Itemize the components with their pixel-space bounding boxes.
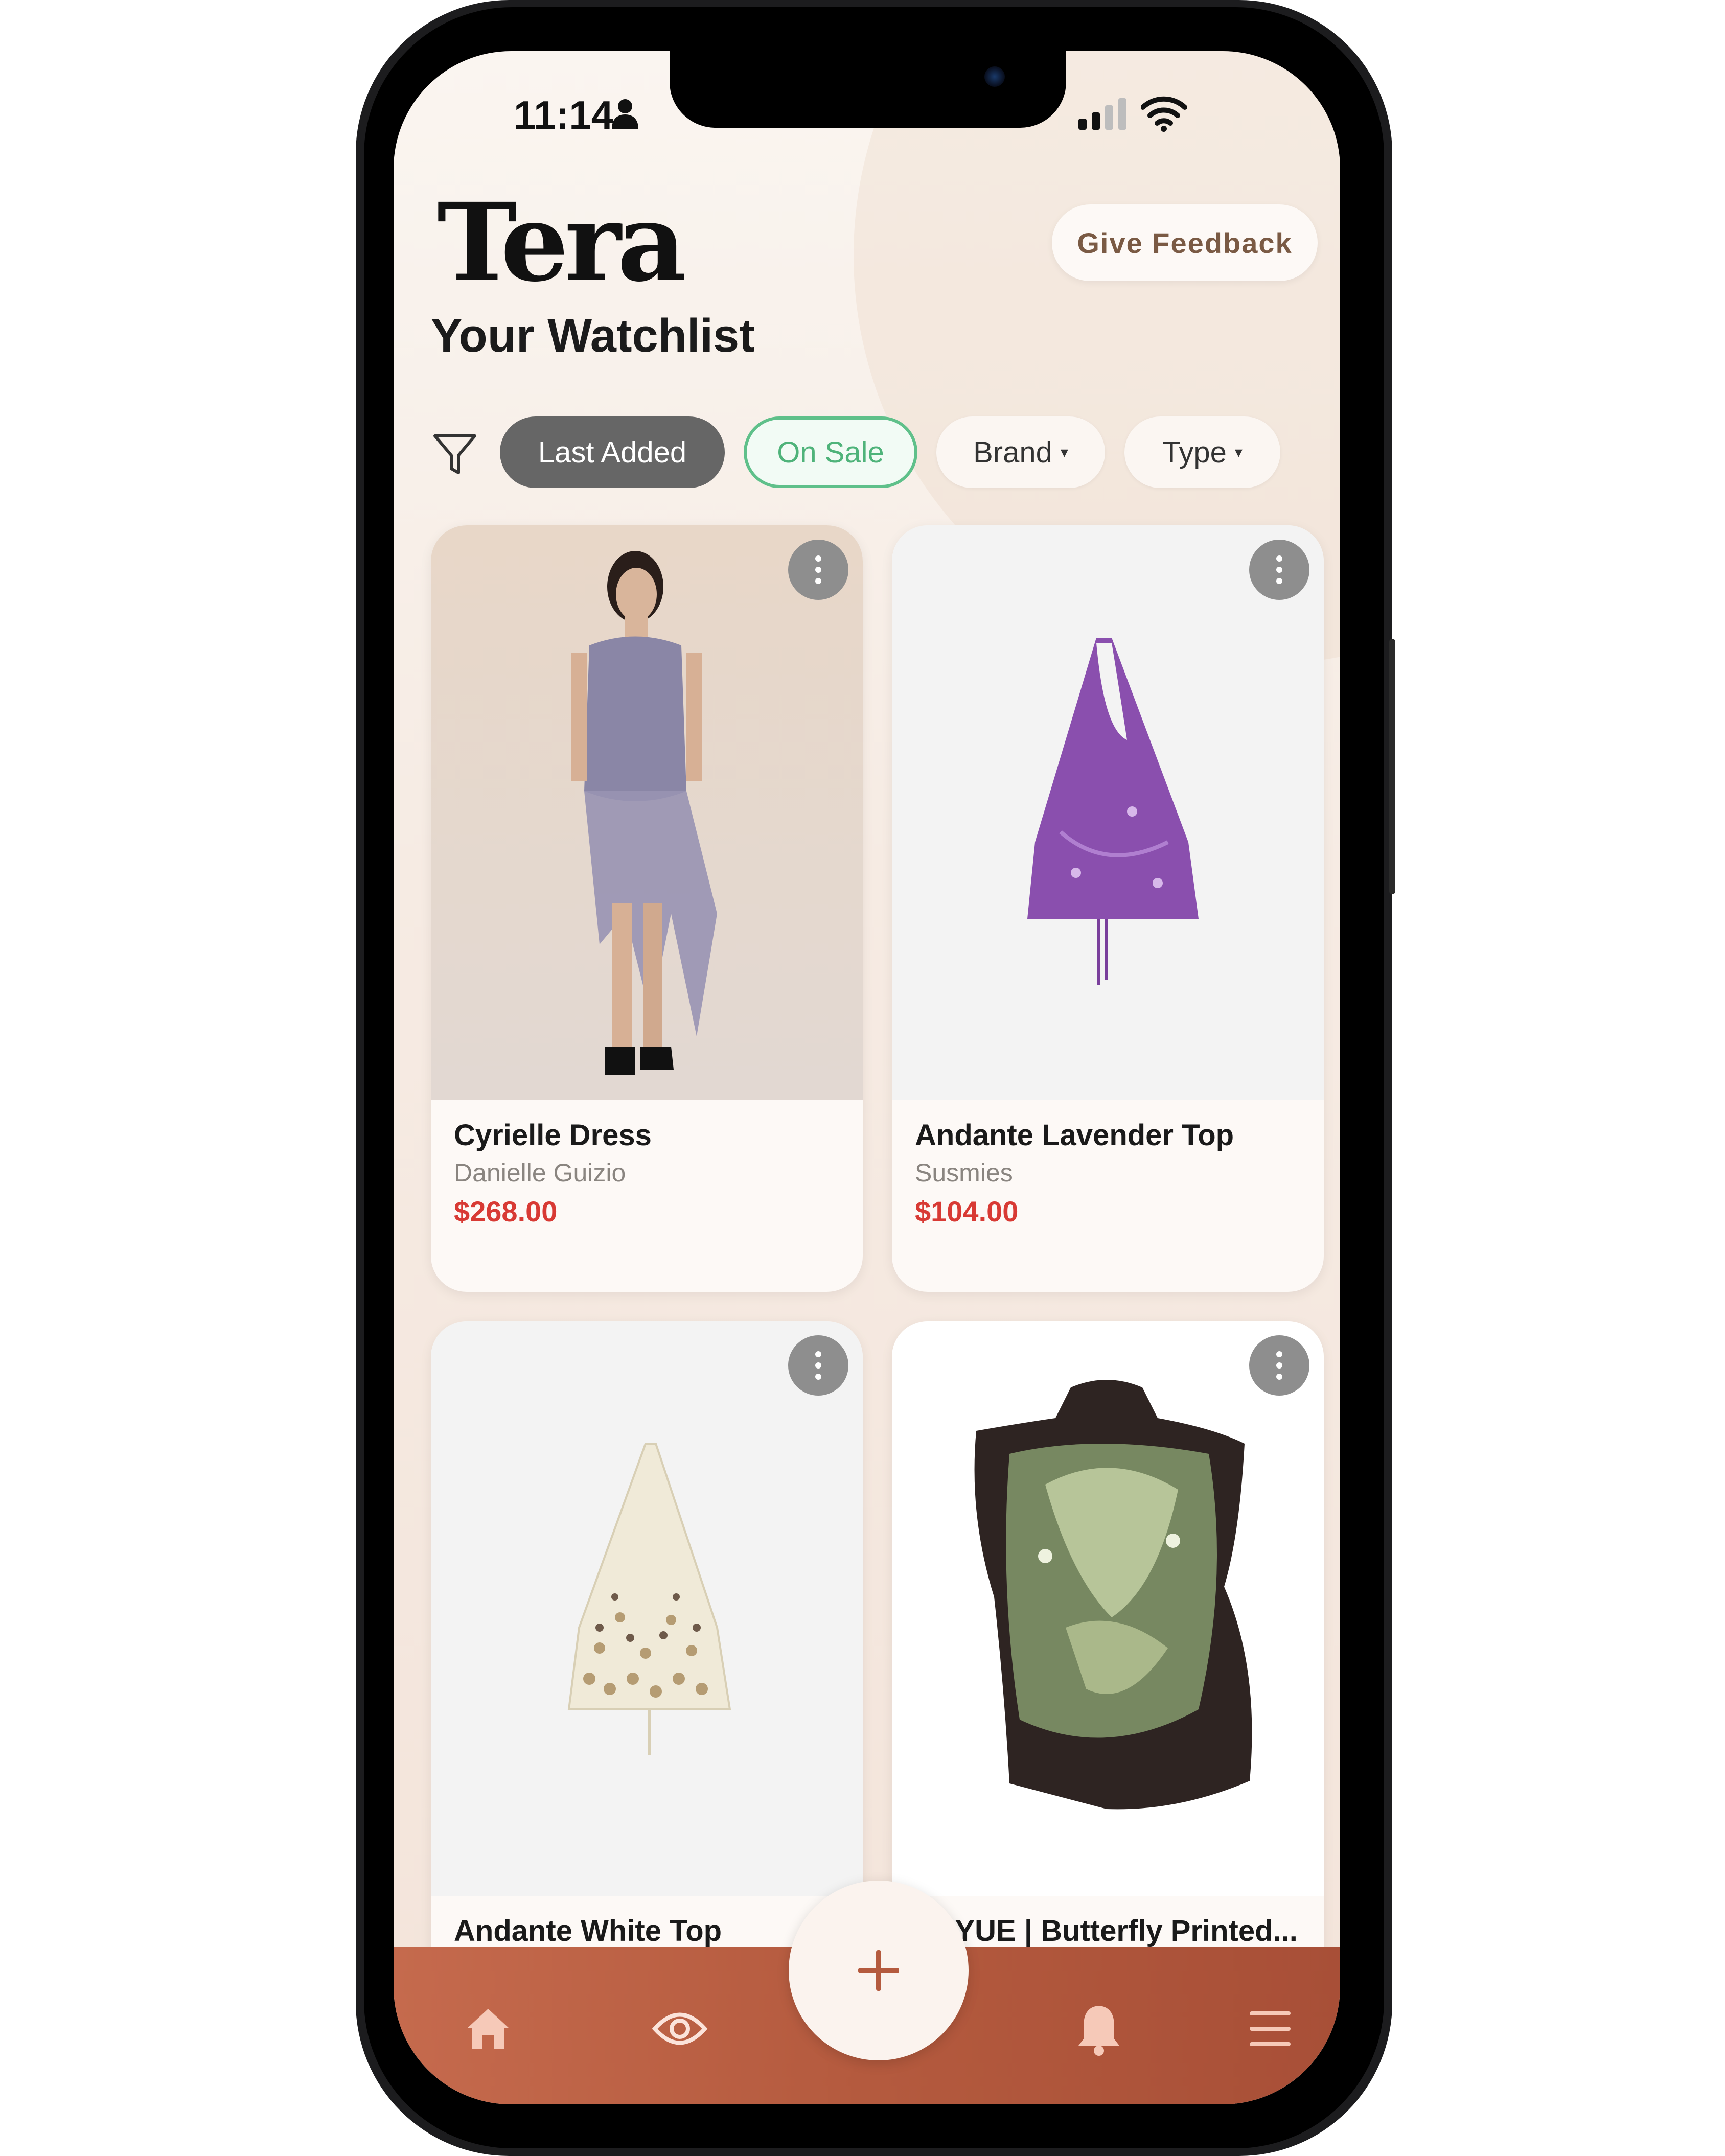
filter-chip-on-sale[interactable]: On Sale <box>744 416 917 488</box>
product-card[interactable]: Cyrielle Dress Danielle Guizio $268.00 <box>431 525 863 1292</box>
product-image <box>892 525 1324 1100</box>
side-button <box>1389 639 1395 894</box>
product-title: Cyrielle Dress <box>454 1119 652 1152</box>
status-time: 11:14 <box>514 92 614 137</box>
product-title: Andante White Top <box>454 1914 722 1948</box>
filter-chip-brand-label: Brand <box>973 435 1052 469</box>
more-options-button[interactable] <box>1249 540 1309 600</box>
plus-icon <box>858 1950 899 1991</box>
product-brand: Danielle Guizio <box>454 1158 626 1187</box>
more-options-button[interactable] <box>1249 1335 1309 1396</box>
product-image <box>431 525 863 1100</box>
product-price: $268.00 <box>454 1195 558 1227</box>
product-title: Andante Lavender Top <box>915 1119 1234 1152</box>
camera-notch <box>670 51 1066 128</box>
app-logo: Tera <box>437 179 686 306</box>
product-title: BAYUE | Butterfly Printed... <box>915 1914 1298 1948</box>
chevron-down-icon: ▾ <box>1234 444 1243 461</box>
product-brand: Susmies <box>915 1158 1013 1187</box>
product-image <box>431 1321 863 1896</box>
add-item-button[interactable] <box>789 1881 969 2060</box>
filter-chip-type[interactable]: Type ▾ <box>1124 416 1280 488</box>
wifi-icon <box>1141 96 1187 132</box>
product-price: $104.00 <box>915 1195 1019 1227</box>
cellular-signal-icon <box>1078 98 1126 130</box>
product-image <box>892 1321 1324 1896</box>
give-feedback-button[interactable]: Give Feedback <box>1052 204 1318 281</box>
filter-chip-type-label: Type <box>1162 435 1227 469</box>
page-title: Your Watchlist <box>431 310 755 362</box>
app-screen: 11:14 Tera Your Watchlist Give Feedback … <box>394 51 1340 2104</box>
eye-icon[interactable] <box>652 2006 708 2052</box>
home-icon[interactable] <box>465 2006 511 2052</box>
more-options-button[interactable] <box>788 1335 848 1396</box>
chevron-down-icon: ▾ <box>1060 444 1068 461</box>
more-options-button[interactable] <box>788 540 848 600</box>
person-icon <box>612 99 638 129</box>
camera-lens <box>984 66 1005 87</box>
product-card[interactable]: Andante Lavender Top Susmies $104.00 <box>892 525 1324 1292</box>
filter-chip-last-added[interactable]: Last Added <box>500 416 725 488</box>
bell-icon[interactable] <box>1076 2001 1122 2057</box>
menu-icon[interactable] <box>1247 2008 1293 2049</box>
filter-icon[interactable] <box>432 432 478 478</box>
filter-chip-brand[interactable]: Brand ▾ <box>936 416 1105 488</box>
